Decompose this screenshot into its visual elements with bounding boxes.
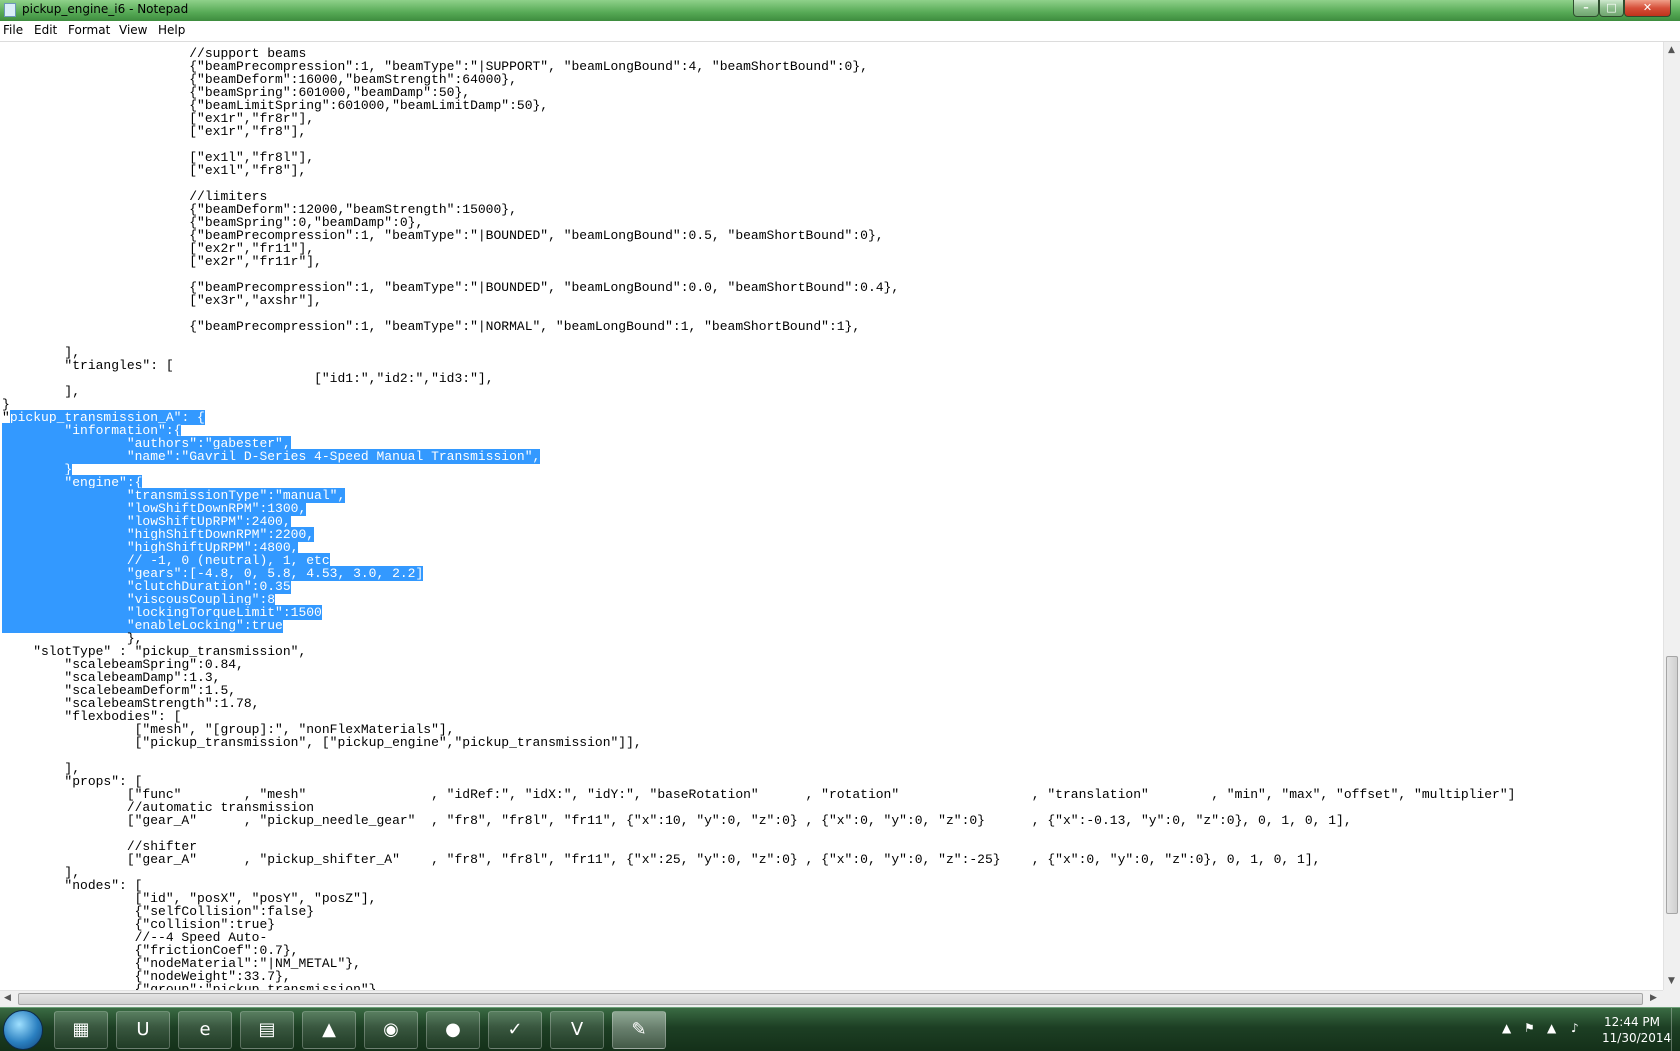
taskbar-steam-button[interactable]: ● xyxy=(426,1011,480,1049)
code-line: ["id1:","id2:","id3:"], xyxy=(2,372,1515,385)
menu-edit[interactable]: Edit xyxy=(34,23,57,37)
taskbar: ▦ Ue ▤ ▲ ◉ ● ✓ V ✎ ▲ ⚑ ▲ ♪ 12:44 PM 11/30/2014 xyxy=(0,1007,1680,1051)
code-line: "pickup_transmission_A": { xyxy=(2,410,1515,425)
code-line: ["gear_A" , "pickup_needle_gear" , "fr8"… xyxy=(2,814,1515,827)
code-line: "scalebeamSpring":0.84, xyxy=(2,658,1515,671)
menu-view[interactable]: View xyxy=(119,23,147,37)
menu-bar: File Edit Format View Help xyxy=(0,21,1680,42)
menu-file[interactable]: File xyxy=(3,23,23,37)
vlc-icon: ▲ xyxy=(322,1019,336,1040)
norton-icon: ✓ xyxy=(507,1019,523,1040)
scroll-left-icon[interactable]: ◀ xyxy=(4,993,11,1003)
taskbar-media-center-button[interactable]: ▦ xyxy=(54,1011,108,1049)
code-line: } xyxy=(2,462,1515,477)
code-text-span: {"group":"pickup_transmission"}, xyxy=(2,982,385,990)
code-line: ], xyxy=(2,346,1515,359)
action-center-flag-icon[interactable]: ⚑ xyxy=(1524,1021,1535,1035)
clock-date[interactable]: 11/30/2014 xyxy=(1602,1031,1671,1045)
taskbar-vim-button[interactable]: V xyxy=(550,1011,604,1049)
show-desktop-button[interactable] xyxy=(1671,1008,1680,1051)
scroll-right-icon[interactable]: ▶ xyxy=(1650,993,1657,1003)
code-line: ], xyxy=(2,866,1515,879)
code-line: {"beamPrecompression":1, "beamType":"|NO… xyxy=(2,320,1515,333)
code-text: //support beams {"beamPrecompression":1,… xyxy=(2,47,1515,990)
file-explorer-icon: ▤ xyxy=(258,1019,276,1040)
code-text-span: ["ex1r","fr8"], xyxy=(2,124,307,139)
menu-format[interactable]: Format xyxy=(68,23,110,37)
code-line: "name":"Gavril D-Series 4-Speed Manual T… xyxy=(2,449,1515,464)
taskbar-internet-explorer-button[interactable]: e xyxy=(178,1011,232,1049)
taskbar-uplay-button[interactable]: U xyxy=(116,1011,170,1049)
code-text-span: ], xyxy=(2,384,81,399)
taskbar-norton-button[interactable]: ✓ xyxy=(488,1011,542,1049)
code-text-span: ["ex1l","fr8"], xyxy=(2,163,307,178)
code-text-span: ["ex2r","fr11r"], xyxy=(2,254,322,269)
taskbar-chrome-button[interactable]: ◉ xyxy=(364,1011,418,1049)
code-text-span: ["gear_A" , "pickup_needle_gear" , "fr8"… xyxy=(2,813,1352,828)
menu-help[interactable]: Help xyxy=(158,23,185,37)
code-line: ], xyxy=(2,762,1515,775)
horizontal-scrollbar[interactable]: ◀ ▶ xyxy=(0,990,1663,1007)
notepad-icon xyxy=(4,3,16,17)
size-grip[interactable] xyxy=(1663,990,1680,1007)
scroll-up-icon[interactable]: ▲ xyxy=(1668,45,1675,55)
code-text-span: ["pickup_transmission", ["pickup_engine"… xyxy=(2,735,642,750)
chrome-icon: ◉ xyxy=(383,1019,399,1040)
code-text-span: ["ex3r","axshr"], xyxy=(2,293,322,308)
code-line: "enableLocking":true xyxy=(2,618,1515,633)
code-line: ["ex1l","fr8"], xyxy=(2,164,1515,177)
window-title: pickup_engine_i6 - Notepad xyxy=(22,2,189,16)
scroll-down-icon[interactable]: ▼ xyxy=(1668,976,1675,986)
code-line: ["ex3r","axshr"], xyxy=(2,294,1515,307)
vim-icon: V xyxy=(570,1019,584,1040)
taskbar-file-explorer-button[interactable]: ▤ xyxy=(240,1011,294,1049)
vertical-scrollbar[interactable]: ▲ ▼ xyxy=(1663,42,1680,990)
notepad-icon: ✎ xyxy=(631,1019,647,1040)
vertical-scroll-thumb[interactable] xyxy=(1666,656,1678,914)
network-icon[interactable]: ▲ xyxy=(1547,1021,1556,1035)
uplay-icon: U xyxy=(136,1019,150,1040)
code-line: ["pickup_transmission", ["pickup_engine"… xyxy=(2,736,1515,749)
taskbar-vlc-button[interactable]: ▲ xyxy=(302,1011,356,1049)
tray-expand-icon[interactable]: ▲ xyxy=(1502,1021,1511,1035)
minimize-button[interactable]: – xyxy=(1573,0,1599,17)
volume-icon[interactable]: ♪ xyxy=(1571,1021,1579,1035)
code-line: "scalebeamStrength":1.78, xyxy=(2,697,1515,710)
start-button[interactable] xyxy=(3,1010,43,1050)
code-line: } xyxy=(2,398,1515,411)
taskbar-notepad-button[interactable]: ✎ xyxy=(612,1011,666,1049)
horizontal-scroll-thumb[interactable] xyxy=(18,993,1643,1005)
clock-time[interactable]: 12:44 PM xyxy=(1604,1015,1660,1029)
code-line: ["gear_A" , "pickup_shifter_A" , "fr8", … xyxy=(2,853,1515,866)
code-line: ["ex2r","fr11r"], xyxy=(2,255,1515,268)
internet-explorer-icon: e xyxy=(199,1019,211,1040)
code-text-span: ["gear_A" , "pickup_shifter_A" , "fr8", … xyxy=(2,852,1321,867)
code-line: {"group":"pickup_transmission"}, xyxy=(2,983,1515,990)
selected-text-span: "name":"Gavril D-Series 4-Speed Manual T… xyxy=(2,449,541,464)
media-center-icon: ▦ xyxy=(72,1019,90,1040)
code-line: ], xyxy=(2,385,1515,398)
code-line: ["ex1r","fr8"], xyxy=(2,125,1515,138)
steam-icon: ● xyxy=(445,1019,461,1040)
maximize-button[interactable]: □ xyxy=(1599,0,1624,17)
title-bar[interactable]: pickup_engine_i6 - Notepad – □ ✕ xyxy=(0,0,1680,22)
code-text-span: {"beamPrecompression":1, "beamType":"|NO… xyxy=(2,319,861,334)
close-button[interactable]: ✕ xyxy=(1624,0,1671,17)
text-editor[interactable]: //support beams {"beamPrecompression":1,… xyxy=(0,42,1663,990)
